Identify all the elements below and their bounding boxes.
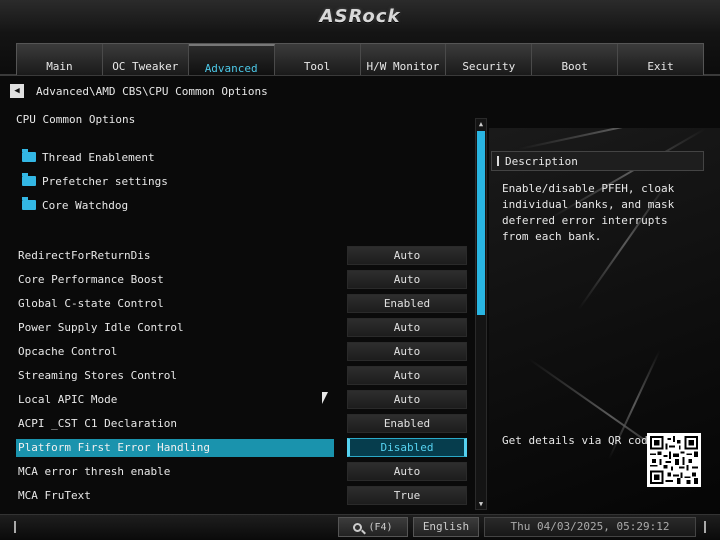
search-icon	[353, 522, 363, 532]
language-button[interactable]: English	[413, 517, 479, 537]
option-acpi-cst-c1-declaration[interactable]: ACPI _CST C1 Declaration Enabled	[0, 412, 480, 434]
option-value-button[interactable]: Auto	[347, 318, 467, 337]
option-mca-error-thresh-enable[interactable]: MCA error thresh enable Auto	[0, 460, 480, 482]
option-value-button[interactable]: Auto	[347, 270, 467, 289]
description-bar-marker	[497, 156, 499, 166]
header-bar: ASRock Main OC Tweaker Advanced Tool H/W…	[0, 0, 720, 76]
option-label: RedirectForReturnDis	[18, 249, 151, 262]
submenu-label: Thread Enablement	[42, 150, 155, 164]
option-label: Streaming Stores Control	[18, 369, 177, 382]
tab-advanced[interactable]: Advanced	[188, 44, 275, 75]
option-label: Opcache Control	[18, 345, 118, 358]
section-title: CPU Common Options	[16, 113, 136, 126]
option-value-button[interactable]: Auto	[347, 390, 467, 409]
footer-right-marker	[704, 521, 706, 533]
submenu-label: Core Watchdog	[42, 198, 129, 212]
mouse-pointer-icon	[322, 392, 328, 404]
scrollbar-thumb[interactable]	[477, 131, 485, 315]
scrollbar[interactable]: ▲ ▼	[475, 118, 487, 510]
search-shortcut-label: (F4)	[368, 521, 393, 533]
option-value-button[interactable]: Auto	[347, 342, 467, 361]
option-label: ACPI _CST C1 Declaration	[18, 417, 177, 430]
description-header: Description	[491, 151, 704, 171]
submenu-thread-enablement[interactable]: Thread Enablement	[22, 149, 155, 164]
option-power-supply-idle-control[interactable]: Power Supply Idle Control Auto	[0, 316, 480, 338]
description-text: Enable/disable PFEH, cloak individual ba…	[502, 182, 675, 243]
option-value-button[interactable]: Enabled	[347, 414, 467, 433]
option-value-button[interactable]: Auto	[347, 366, 467, 385]
option-label: Global C-state Control	[18, 297, 164, 310]
tab-hw-monitor[interactable]: H/W Monitor	[361, 44, 447, 75]
option-streaming-stores-control[interactable]: Streaming Stores Control Auto	[0, 364, 480, 386]
option-local-apic-mode[interactable]: Local APIC Mode Auto	[0, 388, 480, 410]
tab-main[interactable]: Main	[17, 44, 103, 75]
option-value-button[interactable]: Auto	[347, 246, 467, 265]
tab-exit[interactable]: Exit	[618, 44, 703, 75]
asrock-logo: ASRock	[319, 6, 401, 27]
option-value-button[interactable]: True	[347, 486, 467, 505]
option-mca-frutext[interactable]: MCA FruText True	[0, 484, 480, 506]
datetime-display: Thu 04/03/2025, 05:29:12	[484, 517, 696, 537]
option-label: Core Performance Boost	[18, 273, 164, 286]
tab-oc-tweaker[interactable]: OC Tweaker	[103, 44, 189, 75]
submenu-core-watchdog[interactable]: Core Watchdog	[22, 197, 129, 212]
option-value-button[interactable]: Auto	[347, 462, 467, 481]
tab-boot[interactable]: Boot	[532, 44, 619, 75]
scroll-down-arrow-icon[interactable]: ▼	[476, 499, 486, 509]
option-value-button[interactable]: Enabled	[347, 294, 467, 313]
folder-icon	[22, 149, 36, 162]
submenu-label: Prefetcher settings	[42, 174, 168, 188]
option-core-performance-boost[interactable]: Core Performance Boost Auto	[0, 268, 480, 290]
qr-label: Get details via QR code	[502, 434, 655, 447]
folder-icon	[22, 173, 36, 186]
breadcrumb: ◀ Advanced\AMD CBS\CPU Common Options	[10, 83, 268, 99]
option-redirect-for-return-dis[interactable]: RedirectForReturnDis Auto	[0, 244, 480, 266]
breadcrumb-path: Advanced\AMD CBS\CPU Common Options	[36, 84, 268, 98]
option-label: Power Supply Idle Control	[18, 321, 184, 334]
search-button[interactable]: (F4)	[338, 517, 408, 537]
left-triangle-icon[interactable]: ◀	[10, 84, 24, 98]
option-label: Platform First Error Handling	[16, 439, 334, 457]
option-label: MCA error thresh enable	[18, 465, 171, 478]
main-tab-bar: Main OC Tweaker Advanced Tool H/W Monito…	[16, 43, 704, 75]
option-platform-first-error-handling[interactable]: Platform First Error Handling Disabled	[0, 436, 480, 458]
option-label: Local APIC Mode	[18, 393, 118, 406]
qr-code-icon	[647, 433, 701, 487]
footer-left-marker	[14, 521, 16, 533]
option-value-button[interactable]: Disabled	[347, 438, 467, 457]
tab-tool[interactable]: Tool	[275, 44, 361, 75]
option-label: MCA FruText	[18, 489, 91, 502]
scroll-up-arrow-icon[interactable]: ▲	[476, 119, 486, 129]
submenu-prefetcher-settings[interactable]: Prefetcher settings	[22, 173, 168, 188]
tab-security[interactable]: Security	[446, 44, 533, 75]
description-title: Description	[505, 154, 578, 168]
footer-bar: (F4) English Thu 04/03/2025, 05:29:12	[0, 514, 720, 540]
option-global-c-state-control[interactable]: Global C-state Control Enabled	[0, 292, 480, 314]
option-opcache-control[interactable]: Opcache Control Auto	[0, 340, 480, 362]
folder-icon	[22, 197, 36, 210]
